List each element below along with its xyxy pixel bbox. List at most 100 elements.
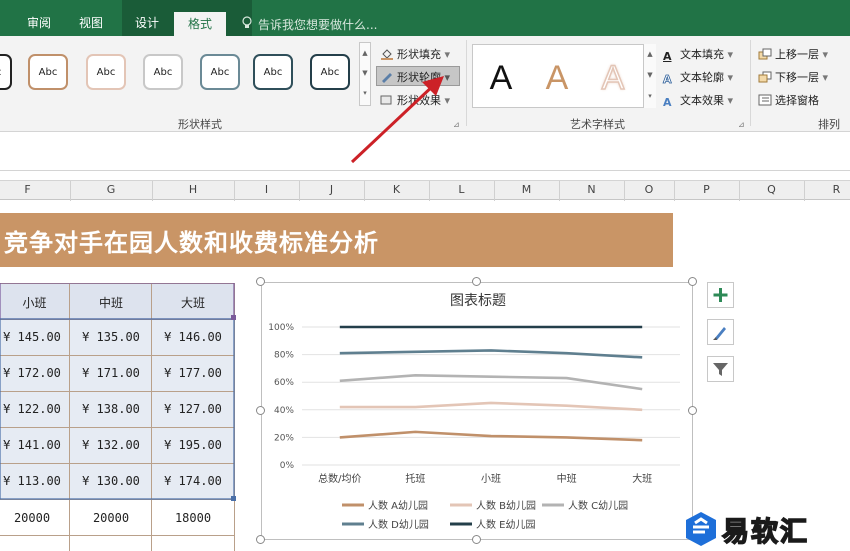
x-tick-label: 小班 bbox=[481, 473, 501, 485]
table-cell[interactable]: ¥ 171.00 bbox=[70, 366, 152, 380]
table-cell[interactable]: ¥ 141.00 bbox=[0, 438, 68, 452]
resize-handle[interactable] bbox=[472, 535, 481, 544]
x-tick-label: 大班 bbox=[632, 472, 652, 485]
column-header[interactable]: N bbox=[559, 183, 624, 196]
group-separator bbox=[750, 40, 751, 126]
tab-review[interactable]: 审阅 bbox=[14, 11, 64, 36]
table-header-cell[interactable]: 小班 bbox=[0, 294, 69, 311]
wordart-style-tan[interactable]: A bbox=[534, 54, 580, 102]
column-header[interactable]: G bbox=[70, 183, 152, 196]
series-line[interactable] bbox=[339, 401, 643, 412]
chart-plot: 图表标题 0% 20% 40% 60% 80% 100% 总数/均价 托班 小班 中班 大班 人数… bbox=[268, 293, 680, 531]
chart-title[interactable]: 图表标题 bbox=[450, 293, 506, 309]
dropdown-arrow-icon: ▾ bbox=[727, 94, 734, 107]
tab-design[interactable]: 设计 bbox=[122, 11, 172, 36]
sheet-banner[interactable]: 竞争对手在园人数和收费标准分析 bbox=[0, 213, 673, 267]
selection-pane-icon bbox=[758, 94, 772, 106]
chart-styles-button[interactable] bbox=[707, 319, 734, 345]
paint-bucket-icon bbox=[380, 48, 394, 60]
table-cell[interactable]: ¥ 135.00 bbox=[70, 330, 152, 344]
wordart-style-outline[interactable]: A bbox=[590, 54, 636, 102]
group-label-shape-styles: 形状样式 bbox=[178, 118, 222, 131]
column-header[interactable]: H bbox=[152, 183, 234, 196]
table-cell[interactable]: ¥ 122.00 bbox=[0, 402, 68, 416]
plus-icon bbox=[713, 288, 728, 302]
shape-style-swatch[interactable]: Abc bbox=[28, 54, 68, 90]
resize-handle[interactable] bbox=[688, 277, 697, 286]
column-header[interactable]: J bbox=[299, 183, 364, 196]
text-outline-button[interactable]: A 文本轮廓 ▾ bbox=[663, 69, 733, 86]
chart-filters-button[interactable] bbox=[707, 356, 734, 382]
tell-me-search[interactable]: 告诉我您想要做什么... bbox=[258, 16, 377, 33]
bring-forward-button[interactable]: 上移一层 ▾ bbox=[758, 46, 828, 62]
shape-style-swatch[interactable]: Abc bbox=[253, 54, 293, 90]
send-backward-icon bbox=[758, 71, 772, 83]
table-cell[interactable]: ¥ 177.00 bbox=[152, 366, 234, 380]
scroll-up-icon[interactable]: ▲ bbox=[360, 43, 370, 63]
text-effect-button[interactable]: A 文本效果 ▾ bbox=[663, 92, 734, 109]
table-cell[interactable]: ¥ 130.00 bbox=[70, 474, 152, 488]
table-cell[interactable]: ¥ 172.00 bbox=[0, 366, 68, 380]
shape-style-swatch[interactable]: Abc bbox=[200, 54, 240, 90]
column-header[interactable]: F bbox=[0, 183, 55, 196]
y-tick-label: 60% bbox=[274, 378, 294, 388]
x-tick-label: 中班 bbox=[557, 472, 577, 485]
column-header[interactable]: P bbox=[674, 183, 739, 196]
column-header[interactable]: I bbox=[234, 183, 299, 196]
table-header-cell[interactable]: 大班 bbox=[152, 294, 234, 311]
dropdown-arrow-icon: ▾ bbox=[822, 71, 829, 84]
chart-series bbox=[339, 325, 643, 442]
chart-x-ticks: 总数/均价 托班 小班 中班 大班 bbox=[318, 472, 652, 485]
series-line[interactable] bbox=[339, 430, 643, 442]
scroll-down-icon[interactable]: ▼ bbox=[644, 65, 656, 86]
table-cell[interactable]: 20000 bbox=[0, 511, 68, 525]
column-header[interactable]: O bbox=[624, 183, 674, 196]
table-cell[interactable]: ¥ 145.00 bbox=[0, 330, 68, 344]
column-header[interactable]: L bbox=[429, 183, 494, 196]
tab-view[interactable]: 视图 bbox=[66, 11, 116, 36]
x-tick-label: 总数/均价 bbox=[318, 472, 361, 485]
dropdown-arrow-icon: ▾ bbox=[822, 48, 829, 61]
dialog-launcher-icon[interactable]: ⊿ bbox=[738, 120, 745, 129]
resize-handle[interactable] bbox=[256, 406, 265, 415]
gallery-expand-icon[interactable]: ▾ bbox=[644, 86, 656, 107]
selection-pane-button[interactable]: 选择窗格 bbox=[758, 92, 819, 108]
paintbrush-icon bbox=[713, 327, 726, 340]
shape-style-swatch[interactable]: Abc bbox=[0, 54, 12, 90]
table-header-cell[interactable]: 中班 bbox=[70, 294, 152, 311]
series-line[interactable] bbox=[339, 349, 643, 359]
text-fill-button[interactable]: A 文本填充 ▾ bbox=[663, 46, 733, 63]
line-chart[interactable]: 图表标题 0% 20% 40% 60% 80% 100% 总数/均价 托班 小班 中班 大班 人数… bbox=[261, 282, 693, 540]
shape-style-swatch[interactable]: Abc bbox=[86, 54, 126, 90]
sheet-banner-title: 竞争对手在园人数和收费标准分析 bbox=[4, 229, 379, 257]
table-cell[interactable]: ¥ 138.00 bbox=[70, 402, 152, 416]
wordart-style-black[interactable]: A bbox=[478, 54, 524, 102]
shape-style-swatch[interactable]: Abc bbox=[143, 54, 183, 90]
column-header[interactable]: M bbox=[494, 183, 559, 196]
table-cell[interactable]: ¥ 146.00 bbox=[152, 330, 234, 344]
chart-y-ticks: 0% 20% 40% 60% 80% 100% bbox=[268, 323, 294, 471]
scroll-up-icon[interactable]: ▲ bbox=[644, 44, 656, 65]
send-backward-button[interactable]: 下移一层 ▾ bbox=[758, 69, 828, 85]
table-cell[interactable]: ¥ 195.00 bbox=[152, 438, 234, 452]
column-header[interactable]: Q bbox=[739, 183, 804, 196]
column-headers: F G H I J K L M N O P Q R bbox=[0, 180, 850, 201]
table-cell[interactable]: 20000 bbox=[70, 511, 152, 525]
wordart-gallery-scroll[interactable]: ▲ ▼ ▾ bbox=[643, 44, 656, 108]
column-header[interactable]: R bbox=[804, 183, 850, 196]
resize-handle[interactable] bbox=[256, 535, 265, 544]
resize-handle[interactable] bbox=[256, 277, 265, 286]
shape-fill-button[interactable]: 形状填充 ▾ bbox=[380, 46, 450, 62]
resize-handle[interactable] bbox=[688, 406, 697, 415]
tab-format[interactable]: 格式 bbox=[174, 12, 226, 36]
chart-legend[interactable]: 人数 A幼儿园 人数 B幼儿园 人数 C幼儿园人数 D幼儿园 人数 E幼儿园 bbox=[342, 499, 628, 531]
resize-handle[interactable] bbox=[472, 277, 481, 286]
table-cell[interactable]: ¥ 174.00 bbox=[152, 474, 234, 488]
y-tick-label: 0% bbox=[280, 461, 295, 471]
table-cell[interactable]: ¥ 113.00 bbox=[0, 474, 68, 488]
chart-elements-button[interactable] bbox=[707, 282, 734, 308]
table-cell[interactable]: ¥ 132.00 bbox=[70, 438, 152, 452]
table-cell[interactable]: ¥ 127.00 bbox=[152, 402, 234, 416]
table-cell[interactable]: 18000 bbox=[152, 511, 234, 525]
column-header[interactable]: K bbox=[364, 183, 429, 196]
